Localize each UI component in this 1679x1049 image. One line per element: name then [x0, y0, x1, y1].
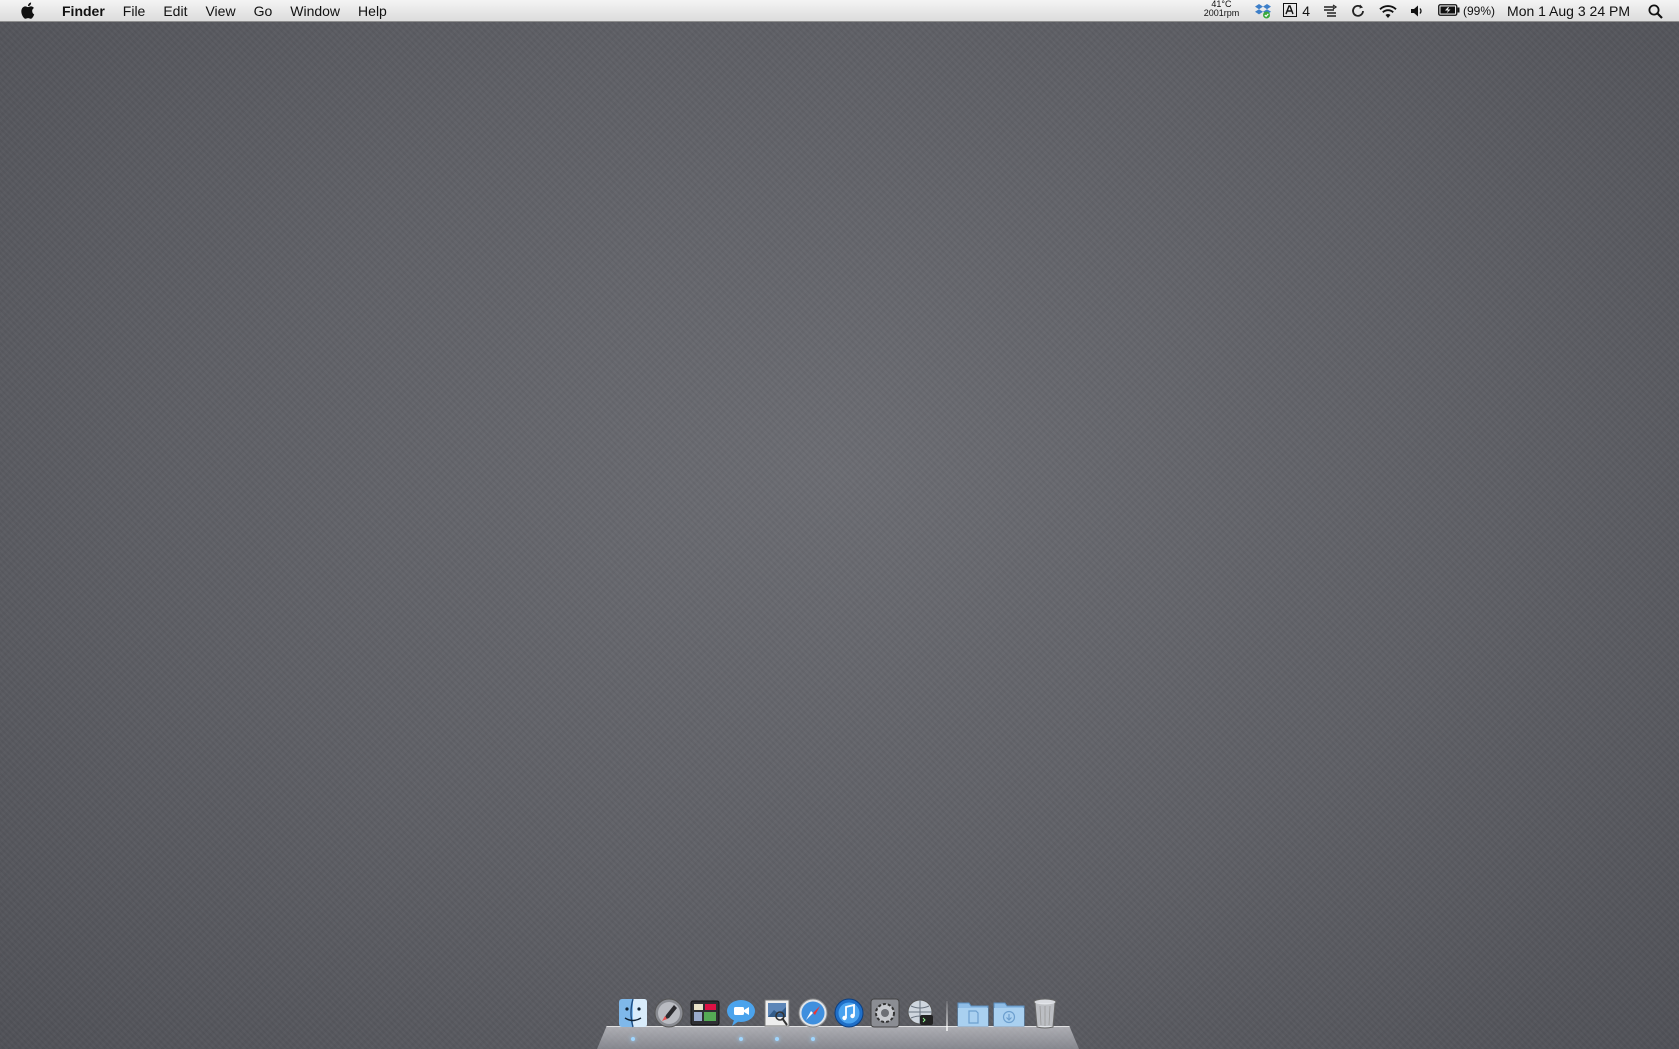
dock-network-utility[interactable]: [905, 999, 937, 1031]
adobe-updater-status[interactable]: 4: [1277, 0, 1316, 22]
dock-facetime[interactable]: [725, 998, 757, 1041]
dock-system-preferences[interactable]: [869, 998, 901, 1033]
menu-help[interactable]: Help: [349, 0, 396, 22]
documents-folder-icon: [957, 999, 989, 1032]
dock-downloads-stack[interactable]: [993, 999, 1025, 1031]
mission-control-icon: [690, 998, 720, 1033]
running-indicator: [811, 1037, 815, 1041]
running-indicator: [775, 1037, 779, 1041]
display-mirroring-icon[interactable]: [1316, 0, 1344, 22]
menubar-clock[interactable]: Mon 1 Aug 3 24 PM: [1501, 0, 1638, 22]
menu-edit[interactable]: Edit: [154, 0, 196, 22]
dock-mission-control[interactable]: [689, 999, 721, 1031]
apple-menu-icon[interactable]: [18, 2, 36, 20]
volume-icon[interactable]: [1404, 0, 1432, 22]
facetime-icon: [726, 998, 756, 1033]
dock-safari[interactable]: [797, 998, 829, 1041]
time-machine-sync-icon[interactable]: [1344, 0, 1372, 22]
battery-status[interactable]: (99%): [1432, 0, 1501, 22]
running-indicator: [631, 1037, 635, 1041]
network-utility-icon: [906, 998, 936, 1033]
dock-preview[interactable]: [761, 998, 793, 1041]
running-indicator: [739, 1037, 743, 1041]
menu-bar: Finder File Edit View Go Window Help 41°…: [0, 0, 1679, 22]
dock-separator: [946, 1001, 948, 1031]
adobe-icon: [1283, 2, 1298, 20]
safari-icon: [798, 998, 828, 1033]
dock-finder[interactable]: [617, 998, 649, 1041]
menu-window[interactable]: Window: [281, 0, 349, 22]
spotlight-search-icon[interactable]: [1638, 0, 1679, 22]
wifi-icon[interactable]: [1372, 0, 1404, 22]
fan-speed-readout: 2001rpm: [1203, 8, 1240, 18]
menu-app-finder[interactable]: Finder: [54, 0, 114, 22]
menu-view[interactable]: View: [196, 0, 244, 22]
menu-go[interactable]: Go: [245, 0, 282, 22]
preview-icon: [762, 998, 792, 1033]
dropbox-status-icon[interactable]: [1249, 0, 1277, 22]
launchpad-icon: [654, 998, 684, 1033]
dock-launchpad[interactable]: [653, 998, 685, 1033]
menu-file[interactable]: File: [114, 0, 155, 22]
finder-icon: [618, 998, 648, 1033]
temperature-monitor[interactable]: 41°C 2001rpm: [1200, 0, 1244, 22]
battery-icon: [1438, 3, 1460, 19]
downloads-folder-icon: [993, 999, 1025, 1032]
adobe-badge-count: 4: [1302, 3, 1311, 19]
dock: [597, 995, 1079, 1049]
system-preferences-icon: [870, 998, 900, 1033]
dock-itunes[interactable]: [833, 998, 865, 1033]
dock-trash[interactable]: [1029, 997, 1061, 1034]
itunes-icon: [834, 998, 864, 1033]
desktop-wallpaper: [0, 0, 1679, 1049]
trash-icon: [1032, 997, 1058, 1034]
dock-documents-stack[interactable]: [957, 999, 989, 1031]
battery-percentage: (99%): [1463, 4, 1496, 18]
